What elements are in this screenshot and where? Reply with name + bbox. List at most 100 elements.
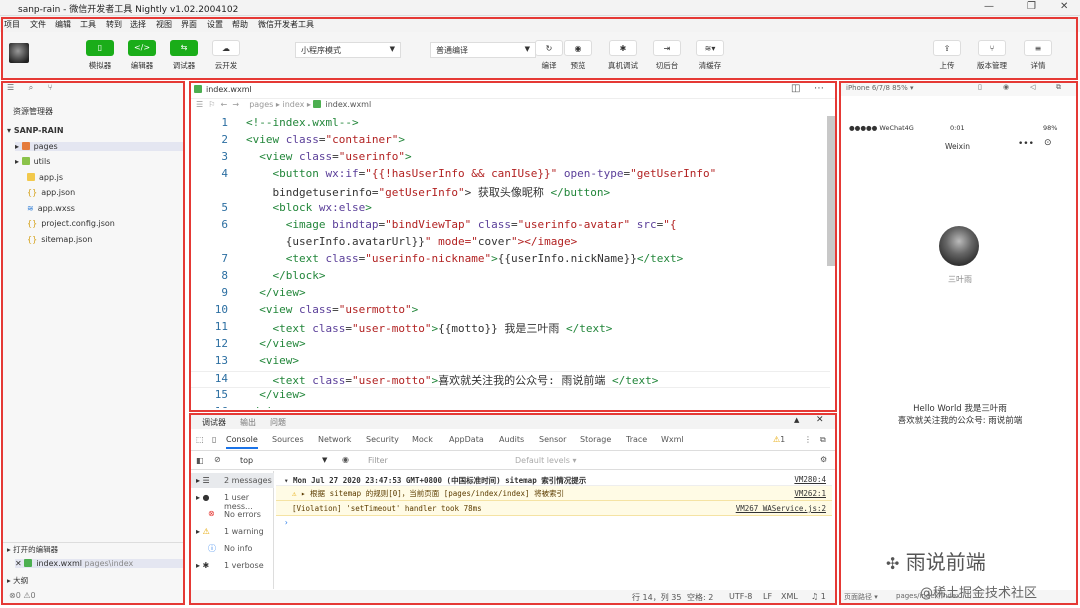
gear-icon[interactable]: ⚙: [820, 455, 827, 464]
user-avatar[interactable]: [939, 226, 979, 266]
open-editor-item[interactable]: ✕ index.wxml pages\index: [15, 559, 183, 568]
debugger-button[interactable]: ⇆ 调试器: [162, 40, 206, 71]
log-row[interactable]: ▾ Mon Jul 27 2020 23:47:53 GMT+0800 (中国标…: [276, 473, 832, 486]
menu-project[interactable]: 项目: [4, 19, 20, 30]
tab-mock[interactable]: Mock: [412, 435, 433, 444]
eol[interactable]: LF: [763, 592, 772, 601]
context-select[interactable]: top ▼: [236, 454, 332, 467]
notification-bell[interactable]: ♫ 1: [811, 592, 826, 601]
tab-security[interactable]: Security: [366, 435, 399, 444]
menu-wechat-devtools[interactable]: 微信开发者工具: [258, 19, 314, 30]
tab-sources[interactable]: Sources: [272, 435, 304, 444]
tab-console[interactable]: Console: [226, 435, 258, 449]
record-icon[interactable]: ◉: [1003, 83, 1009, 91]
filter-input[interactable]: Filter: [364, 454, 504, 467]
project-root[interactable]: ▾ SANP-RAIN: [7, 126, 64, 135]
close-icon[interactable]: ✕: [1060, 1, 1068, 12]
levels-select[interactable]: Default levels ▾: [515, 456, 577, 465]
editor-scrollbar[interactable]: [827, 116, 835, 266]
git-icon[interactable]: ⑂: [48, 83, 53, 92]
search-icon[interactable]: ⌕: [29, 83, 33, 92]
more-vert-icon[interactable]: ⋮: [804, 435, 812, 444]
preview-button[interactable]: ◉ 预览: [556, 40, 600, 71]
menu-view[interactable]: 视图: [156, 19, 172, 30]
problems-status[interactable]: ⊗0 ⚠0: [9, 591, 36, 600]
remote-debug-button[interactable]: ✱ 真机调试: [601, 40, 645, 71]
sound-icon[interactable]: ◁: [1030, 83, 1035, 91]
tree-item-utils[interactable]: ▸ utils: [15, 157, 50, 166]
menu-goto[interactable]: 转到: [106, 19, 122, 30]
maximize-icon[interactable]: ❐: [1027, 1, 1036, 12]
sidebar-item-user-messages[interactable]: ▸ ● 1 user mess...: [190, 490, 274, 511]
more-icon[interactable]: ⋯: [814, 83, 824, 94]
inspect-icon[interactable]: ⬚: [196, 435, 204, 444]
tree-item-app-json[interactable]: {} app.json: [27, 188, 75, 197]
language-mode[interactable]: XML: [781, 592, 798, 601]
code-line[interactable]: 14 <text class="user-motto">喜欢就关注我的公众号: …: [190, 371, 830, 388]
device-select[interactable]: iPhone 6/7/8 85% ▾: [846, 84, 913, 92]
tree-item-sitemap[interactable]: {} sitemap.json: [27, 235, 92, 244]
editor-button[interactable]: </> 编辑器: [120, 40, 164, 71]
open-editors-header[interactable]: ▸ 打开的编辑器: [7, 544, 58, 555]
tab-debugger[interactable]: 调试器: [202, 417, 226, 428]
tab-sensor[interactable]: Sensor: [539, 435, 566, 444]
menu-edit[interactable]: 编辑: [55, 19, 71, 30]
phone-icon[interactable]: ▯: [978, 83, 982, 91]
upload-button[interactable]: ⇪ 上传: [925, 40, 969, 71]
tab-audits[interactable]: Audits: [499, 435, 524, 444]
popout-icon[interactable]: ⧉: [1056, 83, 1061, 92]
tree-item-project-config[interactable]: {} project.config.json: [27, 219, 115, 228]
simulator-button[interactable]: ▯ 模拟器: [78, 40, 122, 71]
sidebar-item-verbose[interactable]: ▸ ✱ 1 verbose: [190, 558, 274, 573]
outline-header[interactable]: ▸ 大纲: [7, 575, 28, 586]
sidebar-item-errors[interactable]: ⊗ No errors: [190, 507, 274, 522]
clear-cache-button[interactable]: ≋▾ 清缓存: [688, 40, 732, 71]
warning-icon[interactable]: ⚠1: [773, 435, 785, 444]
close-panel-icon[interactable]: ✕: [816, 415, 824, 425]
minimize-icon[interactable]: —: [984, 1, 994, 12]
tab-trace[interactable]: Trace: [626, 435, 647, 444]
tab-storage[interactable]: Storage: [580, 435, 611, 444]
collapse-icon[interactable]: ▲: [794, 416, 799, 424]
sidebar-item-messages[interactable]: ▸ ☰ 2 messages: [190, 473, 274, 488]
tree-item-app-wxss[interactable]: ≋ app.wxss: [27, 204, 75, 213]
mode-select[interactable]: 小程序模式 ▼: [295, 42, 401, 58]
tab-output[interactable]: 输出: [240, 417, 256, 428]
tab-appdata[interactable]: AppData: [449, 435, 484, 444]
list-icon[interactable]: ☰: [196, 100, 203, 109]
tree-item-app-js[interactable]: app.js: [27, 173, 63, 182]
menu-ui[interactable]: 界面: [181, 19, 197, 30]
menu-tools[interactable]: 工具: [80, 19, 96, 30]
clear-console-icon[interactable]: ⊘: [214, 455, 221, 464]
forward-icon[interactable]: →: [232, 100, 239, 109]
bookmark-icon[interactable]: ⚐: [208, 100, 215, 109]
log-row-violation[interactable]: [Violation] 'setTimeout' handler took 78…: [276, 501, 832, 516]
cursor-position[interactable]: 行 14，列 35: [632, 592, 681, 603]
eye-icon[interactable]: ◉: [342, 455, 349, 464]
tab-wxml[interactable]: Wxml: [661, 435, 684, 444]
editor-tab[interactable]: index.wxml: [190, 82, 256, 98]
tree-item-pages[interactable]: ▸ pages: [15, 142, 183, 151]
prompt-icon[interactable]: ›: [284, 518, 289, 527]
list-icon[interactable]: ☰: [7, 83, 14, 92]
sidebar-toggle-icon[interactable]: ◧: [196, 456, 204, 465]
indentation[interactable]: 空格: 2: [687, 592, 713, 603]
capsule-menu[interactable]: ••• ⊙: [1009, 137, 1061, 155]
dock-icon[interactable]: ⧉: [820, 435, 826, 445]
menu-file[interactable]: 文件: [30, 19, 46, 30]
encoding[interactable]: UTF-8: [729, 592, 752, 601]
compile-select[interactable]: 普通编译 ▼: [430, 42, 536, 58]
sidebar-item-info[interactable]: ⓘ No info: [190, 541, 274, 556]
cloud-button[interactable]: ☁ 云开发: [204, 40, 248, 71]
tab-problems[interactable]: 问题: [270, 417, 286, 428]
log-row-warning[interactable]: ⚠ ▸ 根据 sitemap 的规则[0]，当前页面 [pages/index/…: [276, 486, 832, 501]
split-editor-icon[interactable]: ◫: [791, 83, 800, 94]
user-avatar[interactable]: [9, 43, 29, 63]
page-path-label[interactable]: 页面路径 ▾: [844, 592, 878, 602]
menu-select[interactable]: 选择: [130, 19, 146, 30]
code-area[interactable]: 1 <!--index.wxml--> 2 <view class="containe…: [190, 116, 830, 408]
sidebar-item-warnings[interactable]: ▸ ⚠ 1 warning: [190, 524, 274, 539]
menu-settings[interactable]: 设置: [207, 19, 223, 30]
details-button[interactable]: ≡ 详情: [1016, 40, 1060, 71]
version-button[interactable]: ⑂ 版本管理: [970, 40, 1014, 71]
